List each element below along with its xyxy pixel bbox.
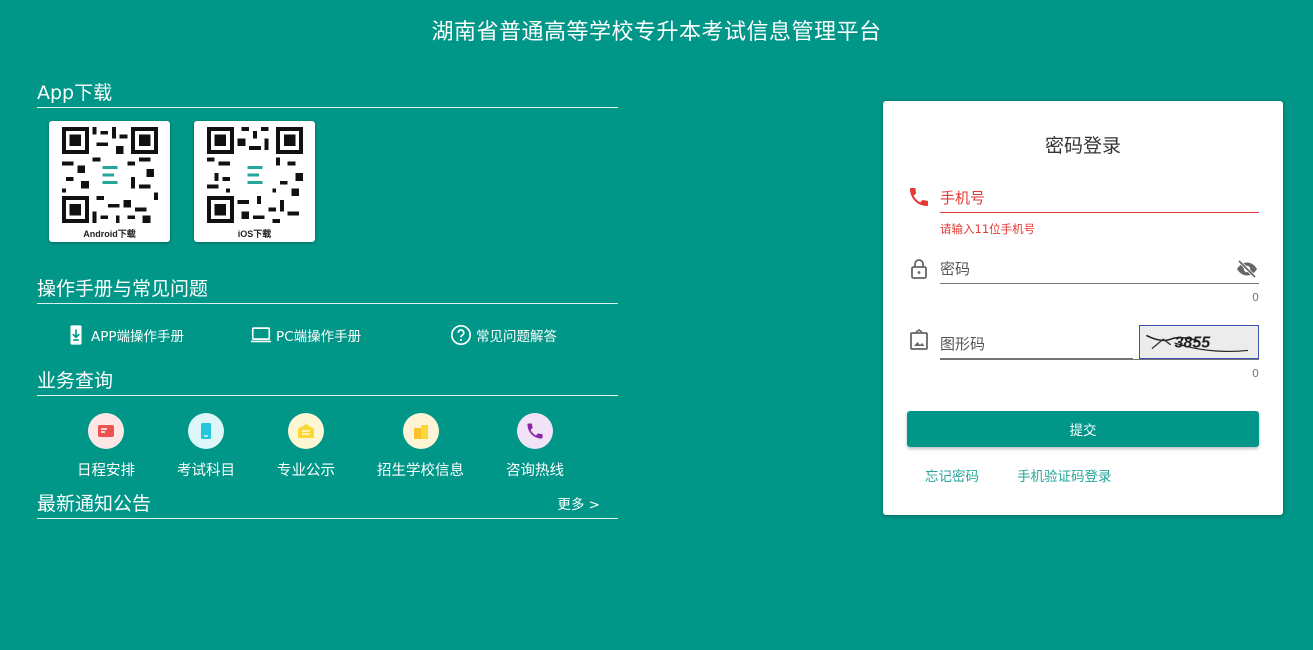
password-input[interactable]: 密码 <box>940 254 1259 284</box>
service-hotline[interactable]: 咨询热线 <box>506 413 564 489</box>
pc-manual-link[interactable]: PC端操作手册 <box>250 324 450 346</box>
qr-row: Android下载 iOS下载 <box>37 108 618 274</box>
login-title: 密码登录 <box>1044 135 1121 157</box>
captcha-placeholder: 图形码 <box>940 335 986 353</box>
faq-label: 常见问题解答 <box>476 329 557 345</box>
captcha-counter: 0 <box>1252 367 1259 380</box>
ios-qr-card[interactable]: iOS下载 <box>194 121 315 242</box>
password-counter: 0 <box>1252 291 1259 304</box>
services-heading: 业务查询 <box>37 366 618 396</box>
service-major-notice[interactable]: 专业公示 <box>277 413 335 489</box>
sms-login-link[interactable]: 手机验证码登录 <box>1017 465 1112 485</box>
manuals-heading: 操作手册与常见问题 <box>37 274 618 304</box>
captcha-field: 图形码 3855 0 <box>907 325 1259 381</box>
manuals-row: APP端操作手册 PC端操作手册 常见问题解答 <box>37 304 618 366</box>
app-download-heading: App下载 <box>37 78 618 108</box>
android-download-caption: Android下载 <box>83 229 136 239</box>
lock-icon <box>911 259 927 279</box>
android-qr-code-icon <box>61 127 158 223</box>
phone-error-message: 请输入11位手机号 <box>940 222 1036 236</box>
service-exam-subjects[interactable]: 考试科目 <box>177 413 235 489</box>
captcha-text: 3855 <box>1175 335 1212 352</box>
services-title: 业务查询 <box>37 370 114 392</box>
manuals-title: 操作手册与常见问题 <box>37 278 209 300</box>
service-exam-subjects-label: 考试科目 <box>177 463 235 479</box>
school-icon <box>413 425 428 439</box>
phone-icon <box>527 423 543 439</box>
forgot-password-link[interactable]: 忘记密码 <box>925 465 979 485</box>
phone-download-icon <box>70 325 82 345</box>
question-circle-icon <box>451 325 471 345</box>
ios-download-caption: iOS下载 <box>237 229 272 239</box>
phone-icon <box>910 188 928 206</box>
app-download-title: App下载 <box>37 82 113 104</box>
service-school-info[interactable]: 招生学校信息 <box>377 413 464 489</box>
ios-qr-code-icon <box>206 127 303 223</box>
schedule-icon <box>98 425 114 437</box>
news-heading: 最新通知公告 更多 > <box>37 489 618 519</box>
pc-manual-label: PC端操作手册 <box>276 329 362 345</box>
news-title: 最新通知公告 <box>37 493 152 515</box>
page-title: 湖南省普通高等学校专升本考试信息管理平台 <box>431 20 882 45</box>
phone-placeholder: 手机号 <box>940 189 986 207</box>
service-major-notice-label: 专业公示 <box>277 463 335 479</box>
image-icon <box>910 329 928 350</box>
service-school-info-label: 招生学校信息 <box>377 463 464 479</box>
service-schedule[interactable]: 日程安排 <box>77 413 135 489</box>
news-more-link[interactable]: 更多 > <box>557 493 600 513</box>
submit-button[interactable]: 提交 <box>907 411 1259 447</box>
faq-link[interactable]: 常见问题解答 <box>450 324 557 346</box>
captcha-noise-icon: 3855 <box>1145 335 1248 352</box>
services-row: 日程安排 考试科目 专业公示 招生学校信息 咨询热线 <box>37 396 618 489</box>
notice-icon <box>298 424 314 438</box>
login-links: 忘记密码 手机验证码登录 <box>925 465 1112 485</box>
login-card: 密码登录 手机号 请输入11位手机号 密码 0 图形码 3855 0 提交 忘记… <box>883 101 1283 515</box>
captcha-input[interactable]: 图形码 <box>940 329 1133 359</box>
service-hotline-label: 咨询热线 <box>506 463 564 479</box>
app-manual-label: APP端操作手册 <box>91 329 185 345</box>
left-panel: App下载 Android下载 iOS下载 操作手册与常见问题 APP端操作手册… <box>37 78 618 519</box>
laptop-icon <box>250 327 272 343</box>
service-schedule-label: 日程安排 <box>77 463 135 479</box>
eye-off-icon[interactable] <box>1235 257 1259 281</box>
password-placeholder: 密码 <box>940 260 971 278</box>
android-qr-card[interactable]: Android下载 <box>49 121 170 242</box>
exam-subject-icon <box>201 423 211 439</box>
phone-input[interactable]: 手机号 <box>940 183 1259 213</box>
phone-field: 手机号 请输入11位手机号 <box>907 185 1259 245</box>
app-manual-link[interactable]: APP端操作手册 <box>65 324 250 346</box>
captcha-image[interactable]: 3855 <box>1139 325 1259 359</box>
password-field: 密码 0 <box>907 255 1259 305</box>
